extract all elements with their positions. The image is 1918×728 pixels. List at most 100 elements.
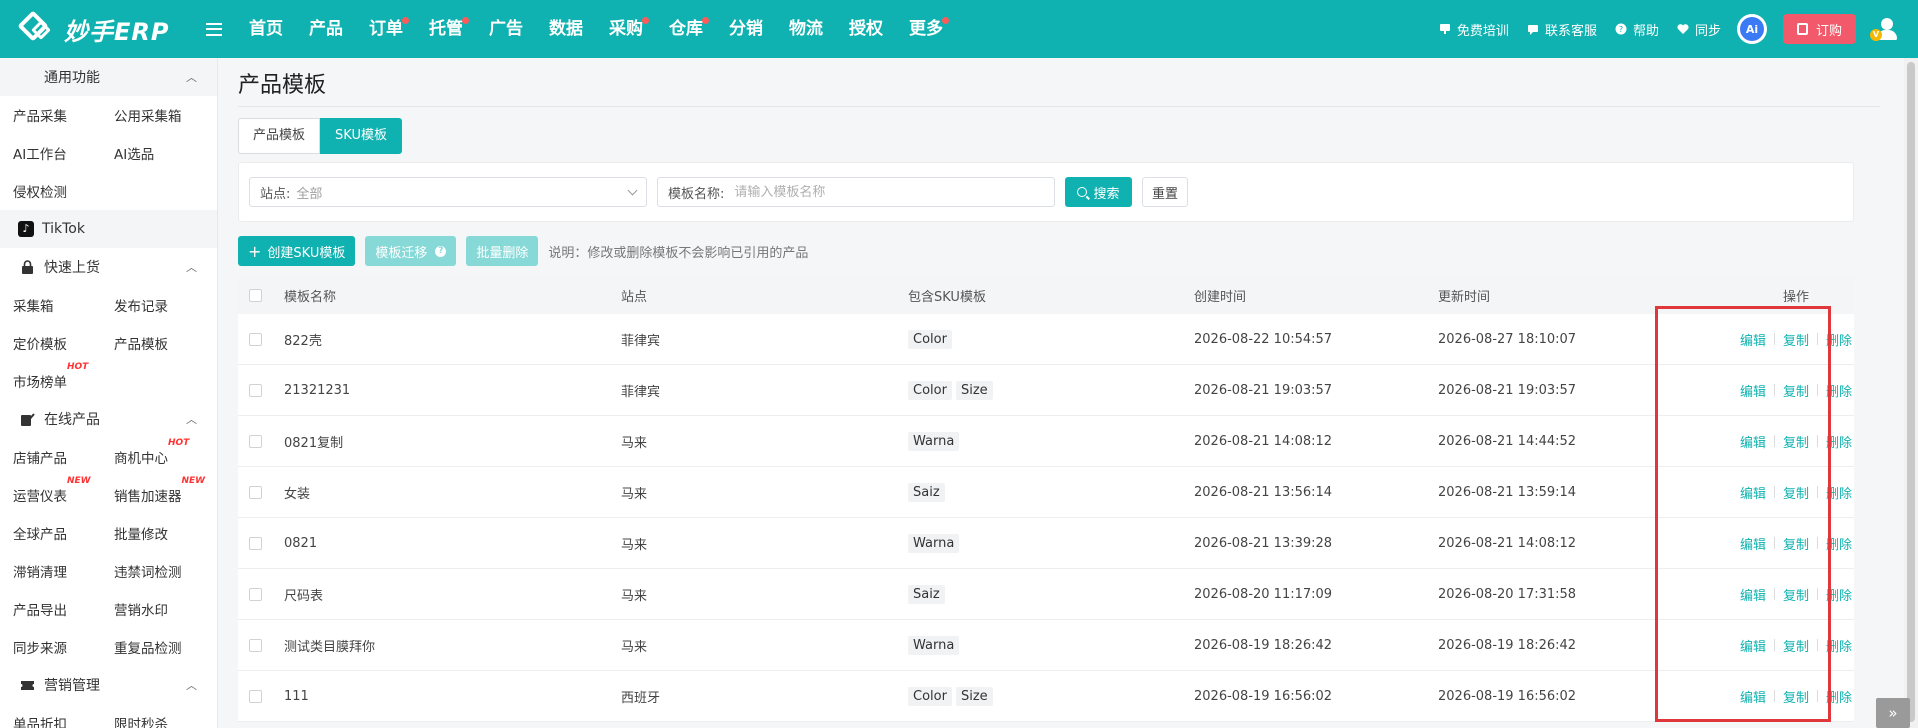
sidebar-section-marketing[interactable]: 营销管理 ︿: [0, 666, 217, 704]
template-name-field[interactable]: 模板名称:: [657, 177, 1055, 207]
sync-link[interactable]: 同步: [1677, 20, 1721, 39]
sidebar-link[interactable]: 商机中心 HOT: [101, 438, 202, 467]
sidebar-link-label: 定价模板: [13, 337, 67, 353]
cell-sku: Warna: [908, 533, 1194, 553]
sync-icon: [1677, 24, 1689, 34]
select-all-checkbox[interactable]: [249, 288, 262, 302]
nav-item[interactable]: 广告: [476, 0, 536, 58]
nav-item[interactable]: 分销: [716, 0, 776, 58]
user-avatar[interactable]: V: [1870, 16, 1900, 42]
sidebar-link[interactable]: 产品采集: [0, 105, 101, 125]
cell-created: 2026-08-19 18:26:42: [1194, 637, 1333, 653]
nav-item[interactable]: 订单: [356, 0, 416, 58]
monitor-icon: [1439, 24, 1450, 34]
free-training-link[interactable]: 免费培训: [1439, 20, 1509, 39]
collapse-arrow-icon[interactable]: »: [1876, 698, 1910, 728]
sidebar-link[interactable]: 营销水印: [101, 599, 202, 619]
batch-delete-button[interactable]: 批量删除: [466, 236, 539, 266]
sidebar-link[interactable]: AI工作台: [0, 143, 101, 163]
sidebar-row: 滞销清理 违禁词检测: [0, 552, 217, 590]
sidebar-link[interactable]: 单品折扣: [0, 713, 101, 728]
sidebar-link-label: 全球产品: [13, 527, 67, 543]
sidebar-link[interactable]: 同步来源: [0, 637, 101, 657]
row-checkbox[interactable]: [249, 536, 262, 550]
template-name-input[interactable]: [734, 184, 995, 200]
sidebar-link[interactable]: 滞销清理: [0, 561, 101, 581]
search-label: 搜索: [1093, 186, 1120, 202]
ai-assistant-button[interactable]: Ai: [1736, 14, 1767, 44]
tab-sku-template[interactable]: SKU模板: [320, 118, 402, 154]
row-checkbox[interactable]: [249, 332, 262, 346]
row-checkbox[interactable]: [249, 383, 262, 397]
sidebar-row: 产品导出 营销水印: [0, 590, 217, 628]
sidebar-link[interactable]: 重复品检测: [101, 637, 202, 657]
sidebar-link[interactable]: 限时秒杀: [101, 713, 202, 728]
search-button[interactable]: 搜索: [1065, 177, 1132, 207]
question-icon[interactable]: ?: [435, 245, 447, 257]
nav-item[interactable]: 物流: [776, 0, 836, 58]
create-sku-template-button[interactable]: + 创建SKU模板: [238, 236, 356, 266]
sidebar-link[interactable]: 全球产品: [0, 523, 101, 543]
contact-support-link[interactable]: 联系客服: [1527, 20, 1597, 39]
nav-item[interactable]: 托管: [416, 0, 476, 58]
sidebar-link[interactable]: 侵权检测: [0, 181, 101, 201]
template-migrate-button[interactable]: 模板迁移 ?: [365, 236, 457, 266]
sidebar-link-label: 限时秒杀: [114, 717, 168, 728]
row-checkbox[interactable]: [249, 587, 262, 601]
sidebar-link[interactable]: 发布记录: [101, 295, 202, 315]
nav-item-label: 分销: [729, 19, 763, 39]
nav-item[interactable]: 首页: [236, 0, 296, 58]
sidebar-section-general[interactable]: 通用功能 ︿: [0, 58, 217, 96]
order-button[interactable]: 订购: [1782, 14, 1856, 44]
nav-item-label: 广告: [489, 19, 523, 39]
nav-item[interactable]: 仓库: [656, 0, 716, 58]
help-link[interactable]: ? 帮助: [1615, 20, 1659, 39]
nav-item[interactable]: 数据: [536, 0, 596, 58]
section-title: 营销管理: [44, 678, 100, 694]
nav-item[interactable]: 采购: [596, 0, 656, 58]
row-checkbox[interactable]: [249, 638, 262, 652]
logo[interactable]: 妙手ERP: [0, 10, 200, 47]
sku-tag: Warna: [908, 533, 960, 553]
checkbox-cell: [238, 587, 284, 601]
row-checkbox[interactable]: [249, 689, 262, 703]
sidebar-link-label: 销售加速器: [114, 489, 182, 505]
sidebar-row: 产品采集 公用采集箱: [0, 96, 217, 134]
sidebar: 通用功能 ︿ 产品采集 公用采集箱 AI工作台 AI选品 侵权检测 ♪ TikTok 快…: [0, 58, 218, 728]
sidebar-link[interactable]: 定价模板: [0, 333, 101, 353]
section-title: 快速上货: [44, 260, 100, 276]
row-checkbox[interactable]: [249, 485, 262, 499]
sidebar-link[interactable]: 市场榜单 HOT: [0, 362, 101, 391]
nav-item[interactable]: 产品: [296, 0, 356, 58]
sidebar-link[interactable]: 公用采集箱: [101, 105, 202, 125]
sidebar-link[interactable]: 销售加速器 NEW: [101, 476, 205, 505]
sidebar-link[interactable]: 产品导出: [0, 599, 101, 619]
row-checkbox[interactable]: [249, 434, 262, 448]
sidebar-item-tiktok[interactable]: ♪ TikTok: [0, 210, 217, 248]
scrollbar-thumb[interactable]: [1907, 62, 1915, 722]
sku-tag: Color: [908, 380, 952, 400]
cell-name: 测试类目膜拜你: [284, 639, 376, 655]
nav-item-label: 首页: [249, 19, 283, 39]
sidebar-link-label: 侵权检测: [13, 185, 67, 201]
sidebar-link[interactable]: 采集箱: [0, 295, 101, 315]
sidebar-link[interactable]: 违禁词检测: [101, 561, 202, 581]
site-select[interactable]: 站点: 全部: [249, 177, 647, 207]
menu-toggle-icon[interactable]: [206, 22, 222, 36]
reset-button[interactable]: 重置: [1142, 177, 1188, 207]
sidebar-section-quick-upload[interactable]: 快速上货 ︿: [0, 248, 217, 286]
sidebar-link[interactable]: 批量修改: [101, 523, 202, 543]
sidebar-link[interactable]: 产品模板: [101, 333, 202, 353]
sidebar-link[interactable]: 店铺产品: [0, 447, 101, 467]
nav-item[interactable]: 授权: [836, 0, 896, 58]
nav-item-label: 订单: [369, 19, 403, 39]
nav-item-label: 授权: [849, 19, 883, 39]
sidebar-section-online-products[interactable]: 在线产品 ︿: [0, 400, 217, 438]
tab-product-template[interactable]: 产品模板: [238, 118, 321, 154]
sidebar-link[interactable]: AI选品: [101, 143, 202, 163]
cell-name: 尺码表: [284, 588, 324, 604]
nav-item[interactable]: 更多: [896, 0, 956, 58]
hot-badge: HOT: [67, 362, 89, 372]
sidebar-link[interactable]: 运营仪表 NEW: [0, 476, 101, 505]
cell-sku: Saiz: [908, 584, 1194, 604]
